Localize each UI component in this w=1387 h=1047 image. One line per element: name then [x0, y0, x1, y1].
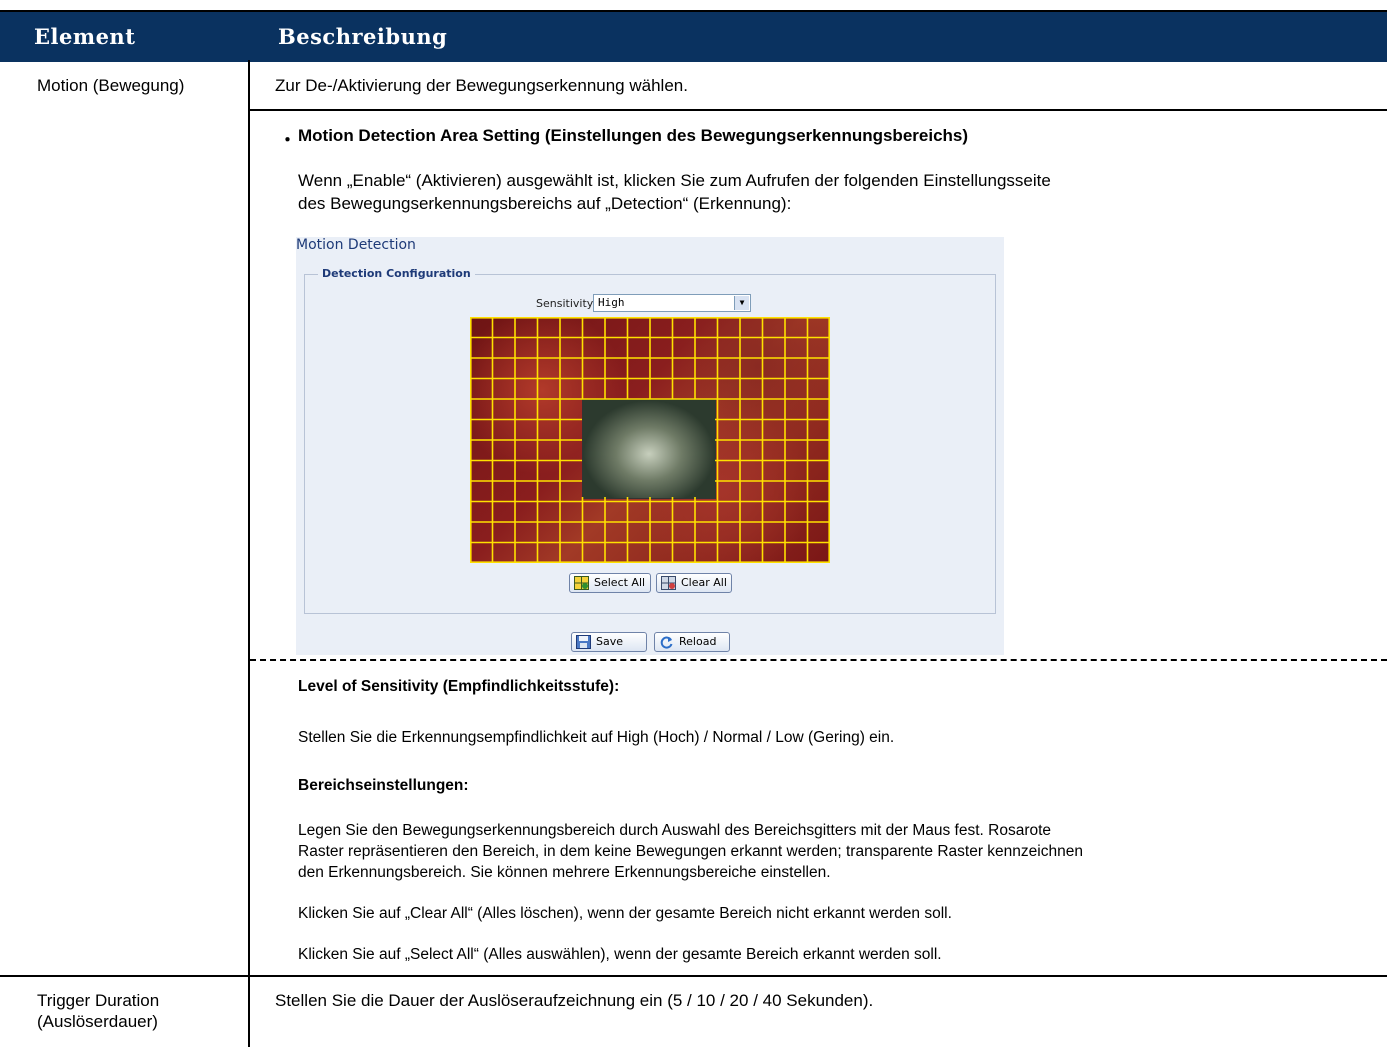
reload-label: Reload [679, 635, 717, 648]
sensitivity-heading: Level of Sensitivity (Empfindlichkeitsst… [298, 678, 620, 695]
element-trigger-duration-sub: (Auslöserdauer) [37, 1012, 158, 1031]
area-text-line1: Legen Sie den Bewegungserkennungsbereich… [298, 822, 1052, 839]
reload-icon [660, 636, 673, 649]
bullet: ・ [279, 131, 296, 150]
floppy-disk-icon [576, 635, 591, 649]
table-header: Element Beschreibung [0, 10, 1387, 62]
reload-button[interactable]: Reload [654, 632, 730, 652]
motion-description: Zur De-/Aktivierung der Bewegungserkennu… [275, 76, 688, 95]
dashed-divider [250, 659, 1387, 661]
clear-all-button[interactable]: Clear All [656, 573, 732, 593]
save-button[interactable]: Save [571, 632, 647, 652]
clear-all-label: Clear All [681, 576, 727, 589]
row-divider [0, 975, 1387, 977]
area-text-line3: den Erkennungsbereich. Sie können mehrer… [298, 864, 831, 881]
sensitivity-label: Sensitivity: [536, 297, 597, 310]
row-divider [250, 109, 1387, 111]
panel-title: Motion Detection [296, 237, 416, 253]
chevron-down-icon[interactable]: ▼ [734, 296, 749, 310]
area-intro-line2: des Bewegungserkennungsbereichs auf „Det… [298, 194, 792, 213]
grid-select-icon [574, 576, 589, 590]
clear-all-text: Klicken Sie auf „Clear All“ (Alles lösch… [298, 905, 952, 922]
detection-grid[interactable] [470, 317, 830, 563]
header-description: Beschreibung [278, 24, 448, 49]
grid-clear-icon [661, 576, 676, 590]
area-setting-heading: Motion Detection Area Setting (Einstellu… [298, 126, 969, 145]
area-heading: Bereichseinstellungen: [298, 777, 469, 794]
area-intro-line1: Wenn „Enable“ (Aktivieren) ausgewählt is… [298, 171, 1051, 190]
trigger-duration-description: Stellen Sie die Dauer der Auslöseraufzei… [275, 991, 874, 1010]
select-all-label: Select All [594, 576, 646, 589]
grid-lines [470, 317, 830, 563]
sensitivity-value: High [598, 296, 625, 309]
sensitivity-text: Stellen Sie die Erkennungsempfindlichkei… [298, 729, 895, 746]
select-all-button[interactable]: Select All [569, 573, 651, 593]
area-text-line2: Raster repräsentieren den Bereich, in de… [298, 843, 1083, 860]
element-motion: Motion (Bewegung) [37, 76, 185, 95]
detection-config-legend: Detection Configuration [318, 267, 475, 280]
header-element: Element [34, 24, 136, 49]
save-label: Save [596, 635, 624, 648]
sensitivity-select[interactable]: High ▼ [593, 294, 751, 312]
motion-detection-panel: Motion Detection Detection Configuration… [296, 237, 1004, 655]
element-trigger-duration: Trigger Duration [37, 991, 160, 1010]
select-all-text: Klicken Sie auf „Select All“ (Alles ausw… [298, 946, 942, 963]
column-divider [248, 60, 250, 1047]
